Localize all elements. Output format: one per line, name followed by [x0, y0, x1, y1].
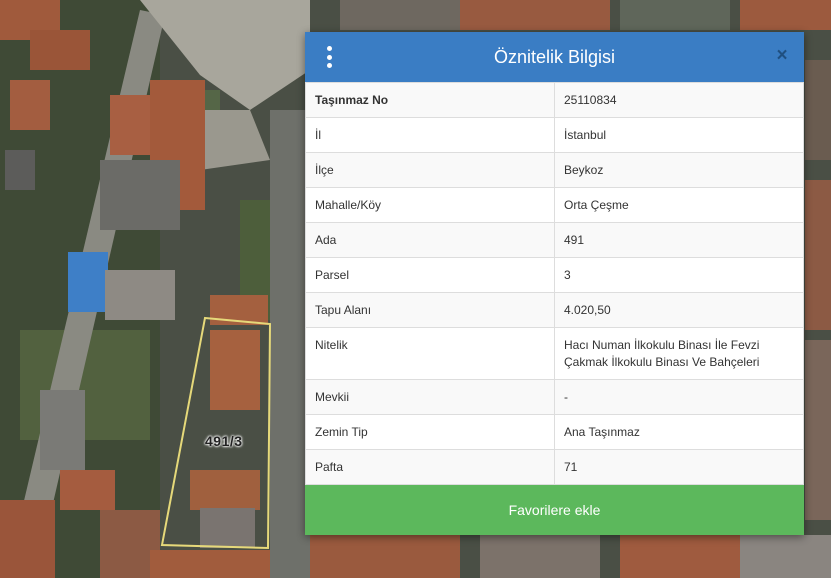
attribute-key: Mahalle/Köy	[305, 187, 555, 223]
attribute-key: Mevkii	[305, 379, 555, 415]
table-row: Parsel 3	[305, 257, 804, 293]
attribute-key: Pafta	[305, 449, 555, 485]
table-row: Zemin Tip Ana Taşınmaz	[305, 414, 804, 450]
close-icon[interactable]: ×	[773, 46, 791, 66]
attribute-key: Parsel	[305, 257, 555, 293]
attribute-key: İl	[305, 117, 555, 153]
table-row: Nitelik Hacı Numan İlkokulu Binası İle F…	[305, 327, 804, 380]
attribute-key: Taşınmaz No	[305, 82, 555, 118]
add-to-favorites-button[interactable]: Favorilere ekle	[305, 485, 804, 535]
attribute-value: 491	[554, 222, 804, 258]
attribute-value: -	[554, 379, 804, 415]
attribute-value: İstanbul	[554, 117, 804, 153]
table-row: Pafta 71	[305, 449, 804, 485]
vertical-ellipsis-icon[interactable]	[323, 46, 335, 68]
attribute-key: İlçe	[305, 152, 555, 188]
attribute-value: 25110834	[554, 82, 804, 118]
table-row: Tapu Alanı 4.020,50	[305, 292, 804, 328]
attribute-table: Taşınmaz No 25110834 İl İstanbul İlçe Be…	[305, 82, 804, 485]
attribute-key: Nitelik	[305, 327, 555, 380]
attribute-value: Ana Taşınmaz	[554, 414, 804, 450]
parcel-label: 491/3	[205, 433, 243, 449]
table-row: Ada 491	[305, 222, 804, 258]
attribute-info-panel: Öznitelik Bilgisi × Taşınmaz No 25110834…	[305, 32, 804, 535]
attribute-key: Ada	[305, 222, 555, 258]
attribute-value: Hacı Numan İlkokulu Binası İle Fevzi Çak…	[554, 327, 804, 380]
table-row: İl İstanbul	[305, 117, 804, 153]
table-row: Mahalle/Köy Orta Çeşme	[305, 187, 804, 223]
attribute-value: 71	[554, 449, 804, 485]
attribute-key: Zemin Tip	[305, 414, 555, 450]
attribute-value: Beykoz	[554, 152, 804, 188]
panel-title: Öznitelik Bilgisi	[493, 46, 616, 67]
table-row: Taşınmaz No 25110834	[305, 82, 804, 118]
table-row: İlçe Beykoz	[305, 152, 804, 188]
attribute-value: Orta Çeşme	[554, 187, 804, 223]
panel-header: Öznitelik Bilgisi ×	[305, 32, 804, 82]
attribute-key: Tapu Alanı	[305, 292, 555, 328]
table-row: Mevkii -	[305, 379, 804, 415]
attribute-value: 3	[554, 257, 804, 293]
attribute-value: 4.020,50	[554, 292, 804, 328]
